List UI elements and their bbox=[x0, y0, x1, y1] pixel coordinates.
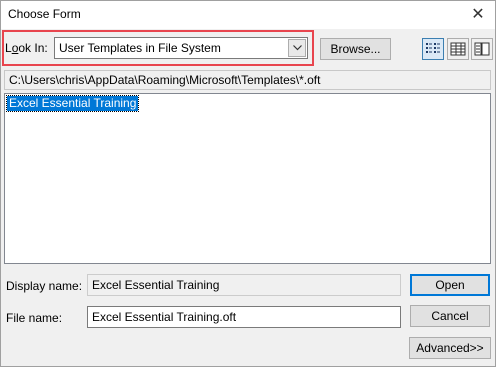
display-name-value: Excel Essential Training bbox=[92, 278, 220, 292]
cancel-button[interactable]: Cancel bbox=[410, 305, 490, 327]
list-item[interactable]: Excel Essential Training bbox=[5, 95, 140, 112]
file-name-label: File name: bbox=[6, 311, 63, 325]
look-in-label: Look In: bbox=[5, 41, 48, 55]
look-in-dropdown[interactable]: User Templates in File System bbox=[54, 37, 308, 59]
close-icon: ✕ bbox=[471, 6, 485, 23]
advanced-button[interactable]: Advanced>> bbox=[409, 337, 491, 359]
dropdown-button[interactable] bbox=[288, 39, 306, 57]
list-view-button[interactable] bbox=[422, 38, 444, 60]
dialog-title: Choose Form bbox=[8, 7, 81, 21]
details-view-button[interactable] bbox=[447, 38, 469, 60]
open-button[interactable]: Open bbox=[410, 274, 490, 296]
details-view-icon bbox=[450, 42, 466, 56]
choose-form-dialog: Choose Form ✕ Look In: User Templates in… bbox=[0, 0, 496, 367]
chevron-down-icon bbox=[292, 45, 302, 51]
list-view-icon bbox=[426, 43, 440, 53]
title-bar: Choose Form ✕ bbox=[1, 1, 495, 29]
file-name-value: Excel Essential Training.oft bbox=[92, 310, 237, 324]
close-button[interactable]: ✕ bbox=[465, 2, 491, 26]
preview-view-icon bbox=[474, 42, 490, 56]
browse-button[interactable]: Browse... bbox=[320, 38, 391, 60]
display-name-field: Excel Essential Training bbox=[87, 274, 401, 296]
look-in-value: User Templates in File System bbox=[59, 41, 221, 55]
display-name-label: Display name: bbox=[6, 279, 83, 293]
file-name-input[interactable]: Excel Essential Training.oft bbox=[87, 306, 401, 328]
folder-path: C:\Users\chris\AppData\Roaming\Microsoft… bbox=[4, 70, 491, 90]
forms-list[interactable]: Excel Essential Training bbox=[4, 93, 491, 264]
preview-view-button[interactable] bbox=[471, 38, 493, 60]
